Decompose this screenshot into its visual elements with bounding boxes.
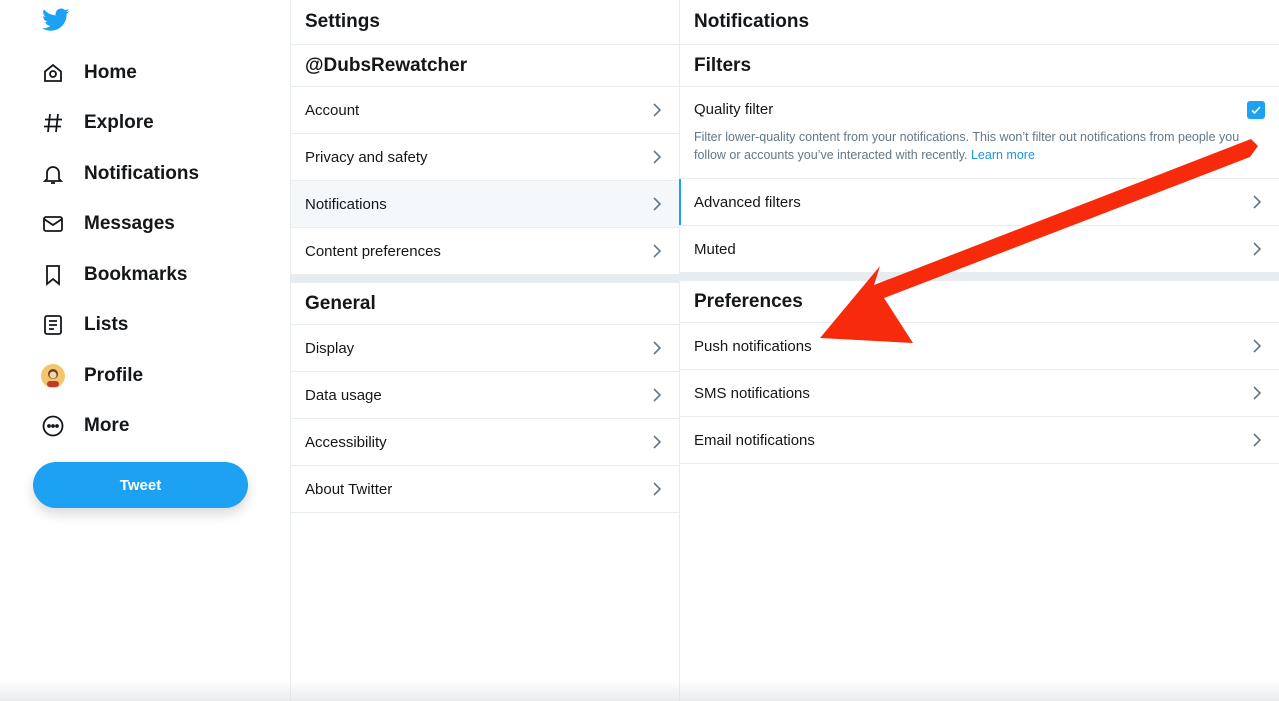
filter-item-label: Advanced filters (694, 193, 801, 211)
section-divider (680, 273, 1279, 281)
chevron-right-icon (1253, 339, 1262, 353)
settings-item-content-preferences[interactable]: Content preferences (291, 228, 679, 275)
settings-item-accessibility[interactable]: Accessibility (291, 419, 679, 466)
settings-column: Settings @DubsRewatcher Account Privacy … (290, 0, 679, 701)
nav-bookmarks[interactable]: Bookmarks (40, 255, 188, 295)
bell-icon (40, 161, 66, 187)
chevron-right-icon (653, 388, 662, 402)
list-icon (40, 312, 66, 338)
tweet-button[interactable]: Tweet (33, 462, 248, 508)
home-icon (40, 60, 66, 86)
section-divider (291, 275, 679, 283)
preference-item-label: Push notifications (694, 337, 812, 355)
chevron-right-icon (1253, 433, 1262, 447)
nav-explore-label: Explore (84, 112, 154, 133)
settings-title: Settings (291, 0, 679, 45)
chevron-right-icon (653, 244, 662, 258)
filter-item-label: Muted (694, 240, 736, 258)
general-header: General (291, 283, 679, 325)
nav-home[interactable]: Home (40, 53, 137, 93)
settings-item-notifications[interactable]: Notifications (291, 181, 679, 228)
settings-item-label: Accessibility (305, 433, 387, 451)
settings-item-label: About Twitter (305, 480, 393, 498)
avatar (40, 363, 66, 389)
nav-notifications-label: Notifications (84, 163, 200, 184)
nav-notifications[interactable]: Notifications (40, 154, 199, 194)
nav-more[interactable]: More (40, 406, 129, 446)
chevron-right-icon (1253, 242, 1262, 256)
quality-filter-label: Quality filter (694, 101, 774, 118)
settings-item-about-twitter[interactable]: About Twitter (291, 466, 679, 513)
nav-profile-label: Profile (84, 365, 144, 386)
twitter-logo-icon[interactable] (42, 8, 70, 32)
nav-messages[interactable]: Messages (40, 204, 175, 244)
settings-item-label: Content preferences (305, 242, 441, 260)
settings-item-label: Account (305, 101, 360, 119)
nav-home-label: Home (84, 62, 137, 83)
settings-item-account[interactable]: Account (291, 87, 679, 134)
more-icon (40, 413, 66, 439)
chevron-right-icon (653, 341, 662, 355)
nav-more-label: More (84, 415, 130, 436)
nav-bookmarks-label: Bookmarks (84, 264, 188, 285)
advanced-filters-item[interactable]: Advanced filters (679, 179, 1279, 226)
quality-filter-checkbox[interactable] (1247, 101, 1265, 119)
mail-icon (40, 211, 66, 237)
settings-item-label: Notifications (305, 195, 387, 213)
settings-item-label: Data usage (305, 386, 382, 404)
chevron-right-icon (1253, 386, 1262, 400)
notifications-title: Notifications (680, 0, 1279, 45)
hash-icon (40, 110, 66, 136)
left-navigation: Home Explore Notifications Messages Book… (0, 0, 290, 701)
chevron-right-icon (1253, 195, 1262, 209)
preference-item-label: Email notifications (694, 431, 815, 449)
nav-profile[interactable]: Profile (40, 356, 143, 396)
chevron-right-icon (653, 197, 662, 211)
chevron-right-icon (653, 435, 662, 449)
checkmark-icon (1251, 106, 1261, 115)
preference-item-label: SMS notifications (694, 384, 810, 402)
quality-filter-description-text: Filter lower-quality content from your n… (694, 130, 1240, 162)
chevron-right-icon (653, 150, 662, 164)
account-header: @DubsRewatcher (291, 45, 679, 87)
nav-lists[interactable]: Lists (40, 305, 128, 345)
nav-lists-label: Lists (84, 314, 129, 335)
settings-item-label: Privacy and safety (305, 148, 428, 166)
preferences-header: Preferences (680, 281, 1279, 323)
push-notifications-item[interactable]: Push notifications (680, 323, 1279, 370)
settings-item-label: Display (305, 339, 355, 357)
quality-filter-description: Filter lower-quality content from your n… (694, 128, 1264, 164)
sms-notifications-item[interactable]: SMS notifications (680, 370, 1279, 417)
bookmark-icon (40, 262, 66, 288)
email-notifications-item[interactable]: Email notifications (680, 417, 1279, 464)
quality-filter-setting: Quality filter Filter lower-quality cont… (680, 87, 1279, 179)
chevron-right-icon (653, 103, 662, 117)
nav-messages-label: Messages (84, 213, 175, 234)
chevron-right-icon (653, 482, 662, 496)
filters-header: Filters (680, 45, 1279, 87)
nav-explore[interactable]: Explore (40, 103, 154, 143)
settings-item-display[interactable]: Display (291, 325, 679, 372)
settings-item-data-usage[interactable]: Data usage (291, 372, 679, 419)
notifications-settings-column: Notifications Filters Quality filter Fil… (679, 0, 1279, 701)
settings-item-privacy[interactable]: Privacy and safety (291, 134, 679, 181)
muted-item[interactable]: Muted (680, 226, 1279, 273)
learn-more-link[interactable]: Learn more (971, 148, 1035, 162)
